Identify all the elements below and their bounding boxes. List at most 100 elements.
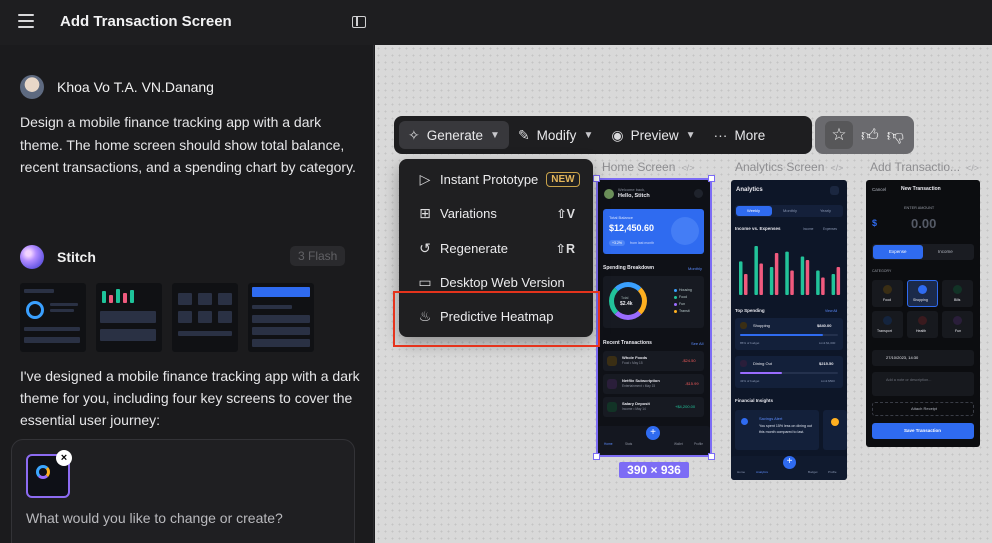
- category-transport[interactable]: Transport: [872, 311, 903, 338]
- screen-toolbar: ✧ Generate ▼ ✎ Modify ▼ ◉ Preview ▼ ··· More: [394, 116, 812, 154]
- bar-income-2: [754, 246, 758, 295]
- pencil-icon: ✎: [517, 126, 530, 143]
- analytics-bottom-nav: Home Analytics + Budget Profile: [731, 456, 847, 480]
- add-transaction-screen-frame[interactable]: Cancel New Transaction ENTER AMOUNT $ 0.…: [866, 180, 980, 447]
- screen-label-add-transaction[interactable]: Add Transactio... </>: [870, 160, 979, 174]
- type-toggle: Expense Income: [872, 244, 974, 260]
- resize-handle[interactable]: [708, 175, 715, 182]
- add-button[interactable]: +: [783, 456, 796, 469]
- spending-item[interactable]: Dining Out $215.50 43% of budget Limit $…: [735, 356, 843, 388]
- note-field[interactable]: Add a note or description...: [872, 372, 974, 396]
- category-shopping[interactable]: Shopping: [907, 280, 938, 307]
- category-label: CATEGORY: [872, 269, 892, 273]
- nav-analytics[interactable]: Analytics: [756, 470, 768, 474]
- spending-item[interactable]: Shopping $840.00 85% of budget Limit $1,…: [735, 318, 843, 350]
- more-button[interactable]: ··· More: [704, 121, 774, 149]
- attach-receipt-button[interactable]: Attach Receipt: [872, 402, 974, 416]
- hamburger-menu-icon[interactable]: [18, 14, 34, 28]
- assistant-reply: I've designed a mobile finance tracking …: [20, 368, 360, 428]
- resize-handle[interactable]: [708, 453, 715, 460]
- menu-item-desktop-web[interactable]: ▭ Desktop Web Version: [417, 272, 587, 292]
- nav-profile[interactable]: Profile: [828, 470, 837, 474]
- thumbnail-home[interactable]: [20, 283, 86, 352]
- save-transaction-button[interactable]: Save Transaction: [872, 423, 974, 439]
- tab-weekly[interactable]: Weekly: [747, 208, 760, 213]
- bar-income-1: [739, 261, 743, 295]
- legend-expense: Expenses: [823, 227, 837, 231]
- menu-item-regenerate[interactable]: ↺ Regenerate ⇧R: [417, 238, 587, 258]
- sparkle-icon: ✧: [408, 126, 420, 143]
- stitch-logo-icon: [20, 245, 44, 269]
- top-bar: Add Transaction Screen: [0, 0, 992, 45]
- income-tab[interactable]: Income: [938, 249, 953, 254]
- calendar-icon[interactable]: [830, 186, 839, 195]
- chevron-down-icon: ▼: [583, 129, 594, 141]
- category-health-label: Health: [916, 329, 927, 333]
- analytics-screen-frame[interactable]: Analytics Weekly Monthly Yearly Income v…: [731, 180, 847, 480]
- highlight-box: [393, 291, 600, 347]
- resize-handle[interactable]: [593, 453, 600, 460]
- tab-monthly[interactable]: Monthly: [783, 208, 797, 213]
- user-name: Khoa Vo T.A. VN.Danang: [57, 79, 214, 95]
- user-avatar: [20, 75, 44, 99]
- category-bills[interactable]: Bills: [942, 280, 973, 307]
- bar-income-4: [785, 251, 789, 295]
- preview-label: Preview: [630, 127, 679, 143]
- thumbnail-analytics[interactable]: [96, 283, 162, 352]
- spending-item-name: Dining Out: [753, 361, 772, 366]
- thumbnail-fourth-screen[interactable]: [248, 283, 314, 352]
- refresh-icon: ↺: [419, 239, 431, 256]
- shortcut-label: ⇧R: [555, 241, 575, 256]
- thumbs-up-icon[interactable]: 👍︎: [861, 125, 879, 146]
- nav-home[interactable]: Home: [737, 470, 745, 474]
- shopping-icon: [740, 322, 747, 329]
- tab-yearly[interactable]: Yearly: [820, 208, 831, 213]
- screen-label-analytics[interactable]: Analytics Screen </>: [735, 160, 843, 174]
- favorite-button[interactable]: ☆: [824, 121, 853, 149]
- screen-label-home[interactable]: Home Screen </>: [602, 160, 694, 174]
- modify-button[interactable]: ✎ Modify ▼: [509, 121, 602, 149]
- selection-size-badge: 390 × 936: [619, 462, 689, 478]
- generate-button[interactable]: ✧ Generate ▼: [399, 121, 509, 149]
- bar-expenses-3: [774, 253, 779, 295]
- bar-expenses-2: [759, 263, 763, 295]
- amount-label: ENTER AMOUNT: [904, 206, 935, 210]
- cancel-button[interactable]: Cancel: [872, 187, 886, 192]
- resize-handle[interactable]: [593, 175, 600, 182]
- view-all-link[interactable]: View All: [825, 309, 837, 313]
- shortcut-label: ⇧V: [556, 206, 575, 221]
- modify-label: Modify: [536, 127, 577, 143]
- rating-toolbar: ☆ 👍︎ 👎︎: [815, 116, 914, 154]
- date-field[interactable]: 27/10/2023, 14:30: [872, 350, 974, 366]
- menu-item-variations[interactable]: ⊞ Variations ⇧V: [417, 203, 587, 223]
- note-placeholder: Add a note or description...: [886, 378, 932, 382]
- category-fun[interactable]: Fun: [942, 311, 973, 338]
- project-title: Add Transaction Screen: [60, 13, 232, 30]
- bar-expenses-6: [821, 277, 825, 295]
- eye-icon: ◉: [611, 126, 624, 143]
- chevron-down-icon: ▼: [490, 129, 500, 141]
- nav-budget[interactable]: Budget: [808, 470, 818, 474]
- remove-attachment-button[interactable]: ×: [56, 450, 72, 466]
- coin-icon: [831, 418, 839, 426]
- top-spending-title: Top Spending: [735, 308, 765, 313]
- category-health[interactable]: Health: [907, 311, 938, 338]
- chat-input[interactable]: [26, 510, 346, 526]
- thumbs-down-icon[interactable]: 👎︎: [887, 125, 904, 146]
- model-badge: 3 Flash: [290, 246, 346, 266]
- spending-item-limit: Limit $500: [821, 379, 835, 383]
- amount-input[interactable]: 0.00: [911, 216, 936, 231]
- thumbnail-add-transaction[interactable]: [172, 283, 238, 352]
- bar-income-6: [816, 270, 820, 295]
- category-transport-label: Transport: [877, 329, 892, 333]
- preview-button[interactable]: ◉ Preview ▼: [602, 121, 704, 149]
- expense-tab[interactable]: Expense: [889, 249, 907, 254]
- insight-card-secondary: [823, 410, 847, 450]
- analytics-title: Analytics: [736, 187, 763, 193]
- toggle-sidebar-icon[interactable]: [352, 16, 366, 28]
- bar-income-7: [831, 274, 836, 295]
- category-food[interactable]: Food: [872, 280, 903, 307]
- spending-item-limit: Limit $1,000: [819, 341, 836, 345]
- user-message-header: Khoa Vo T.A. VN.Danang: [20, 75, 214, 99]
- menu-item-instant-prototype[interactable]: ▷ Instant Prototype NEW: [417, 169, 587, 189]
